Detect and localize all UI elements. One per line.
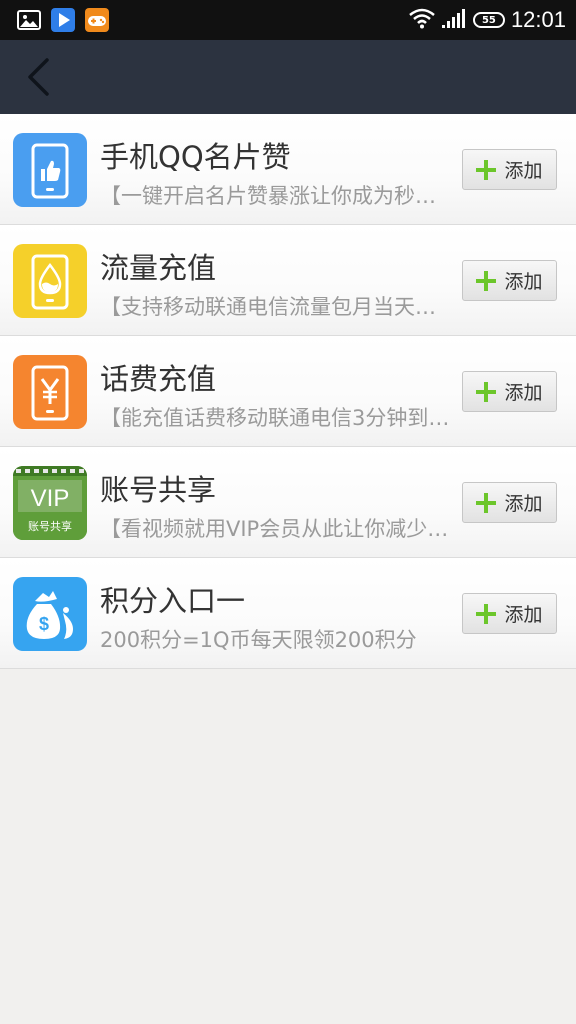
- add-button[interactable]: 添加: [462, 593, 557, 634]
- back-button[interactable]: [18, 54, 58, 100]
- phone-thumbs-up-icon: [13, 133, 87, 207]
- status-time: 12:01: [510, 7, 566, 32]
- item-description: 【支持移动联通电信流量包月当天到账】: [100, 295, 456, 319]
- add-button-label: 添加: [504, 604, 543, 626]
- item-description: 【能充值话费移动联通电信3分钟到账】: [100, 406, 456, 430]
- add-button[interactable]: 添加: [462, 482, 557, 523]
- plus-icon: [476, 159, 497, 180]
- item-description: 【一键开启名片赞暴涨让你成为秒赞达人】: [100, 184, 456, 208]
- add-button[interactable]: 添加: [462, 371, 557, 412]
- phone-drop-icon: [13, 244, 87, 318]
- status-bar-notifications: [17, 8, 109, 32]
- item-title: 积分入口一: [100, 584, 246, 618]
- plus-icon: [476, 270, 497, 291]
- game-icon: [85, 8, 109, 32]
- back-arrow-icon: [28, 58, 49, 96]
- add-button[interactable]: 添加: [462, 149, 557, 190]
- gallery-icon: [17, 8, 41, 32]
- list-item[interactable]: 流量充值 【支持移动联通电信流量包月当天到账】 添加: [0, 225, 576, 336]
- add-button-label: 添加: [504, 160, 543, 182]
- title-bar: [0, 40, 576, 114]
- svg-text:账号共享: 账号共享: [28, 519, 72, 533]
- item-title: 流量充值: [100, 251, 217, 285]
- svg-text:VIP: VIP: [31, 485, 70, 512]
- service-list: 手机QQ名片赞 【一键开启名片赞暴涨让你成为秒赞达人】 添加 流量充值 【支持移…: [0, 114, 576, 669]
- play-store-icon: [51, 8, 75, 32]
- add-button-label: 添加: [504, 271, 543, 293]
- wifi-icon: [409, 7, 435, 33]
- vip-film-icon: VIP 账号共享: [13, 466, 87, 540]
- list-item[interactable]: 手机QQ名片赞 【一键开启名片赞暴涨让你成为秒赞达人】 添加: [0, 114, 576, 225]
- list-item[interactable]: $ 积分入口一 200积分=1Q币每天限领200积分 添加: [0, 558, 576, 669]
- status-bar: 55 12:01: [0, 0, 576, 40]
- add-button-label: 添加: [504, 382, 543, 404]
- list-item[interactable]: VIP 账号共享 账号共享 【看视频就用VIP会员从此让你减少广告】 添加: [0, 447, 576, 558]
- list-item[interactable]: 话费充值 【能充值话费移动联通电信3分钟到账】 添加: [0, 336, 576, 447]
- svg-text:$: $: [39, 614, 49, 634]
- item-title: 话费充值: [100, 362, 217, 396]
- phone-yen-icon: [13, 355, 87, 429]
- item-title: 账号共享: [100, 473, 217, 507]
- item-title: 手机QQ名片赞: [100, 140, 291, 174]
- plus-icon: [476, 492, 497, 513]
- money-bag-icon: $: [13, 577, 87, 651]
- plus-icon: [476, 603, 497, 624]
- signal-icon: [441, 7, 467, 33]
- item-description: 200积分=1Q币每天限领200积分: [100, 628, 417, 652]
- status-bar-system: 55 12:01: [409, 7, 566, 33]
- plus-icon: [476, 381, 497, 402]
- item-description: 【看视频就用VIP会员从此让你减少广告】: [100, 517, 456, 541]
- add-button[interactable]: 添加: [462, 260, 557, 301]
- battery-icon: 55: [472, 12, 505, 28]
- add-button-label: 添加: [504, 493, 543, 515]
